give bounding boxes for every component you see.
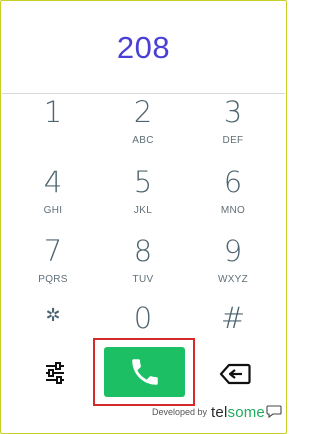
key-8[interactable]: 8 TUV [103, 236, 183, 298]
brand-part1: tel [211, 403, 228, 421]
key-letters: TUV [132, 274, 154, 285]
key-hash[interactable]: # [193, 303, 273, 365]
brand-part2: some [227, 403, 265, 421]
number-display: 208 [2, 2, 285, 94]
phone-icon [131, 359, 158, 385]
key-letters: WXYZ [217, 274, 249, 285]
key-3[interactable]: 3 DEF [193, 97, 273, 159]
key-letters: JKL [133, 205, 153, 216]
key-star[interactable]: ✲ [13, 301, 93, 363]
key-digit: 7 [43, 234, 63, 268]
key-4[interactable]: 4 GHI [13, 167, 93, 229]
key-letters: PQRS [38, 274, 68, 285]
key-letters: MNO [220, 205, 246, 216]
key-digit: # [220, 301, 246, 335]
key-7[interactable]: 7 PQRS [13, 236, 93, 298]
key-letters: GHI [43, 205, 63, 216]
key-digit: 2 [133, 95, 153, 129]
key-digit: 8 [133, 234, 153, 268]
sliders-icon [46, 362, 64, 384]
key-6[interactable]: 6 MNO [193, 167, 273, 229]
key-5[interactable]: 5 JKL [103, 167, 183, 229]
telsome-logo: telsome [211, 404, 265, 421]
key-digit: 6 [223, 165, 243, 199]
key-9[interactable]: 9 WXYZ [193, 236, 273, 298]
key-digit: 9 [223, 234, 243, 268]
key-digit: 3 [223, 95, 243, 129]
developer-credit: Developed by telsome [152, 402, 282, 422]
dialed-number: 208 [116, 29, 171, 65]
call-button[interactable] [104, 347, 185, 397]
key-digit: 4 [43, 165, 63, 199]
settings-button[interactable] [44, 362, 66, 384]
star-icon: ✲ [45, 305, 61, 326]
key-2[interactable]: 2 ABC [103, 97, 183, 159]
backspace-button[interactable] [219, 363, 251, 385]
backspace-icon [219, 363, 251, 385]
key-letters: ABC [132, 135, 154, 146]
key-letters: DEF [222, 135, 244, 146]
developed-by-label: Developed by [152, 407, 208, 417]
key-digit: 5 [133, 165, 153, 199]
key-digit: 1 [43, 95, 63, 129]
speech-bubble-icon [266, 405, 282, 419]
key-digit: 0 [133, 301, 153, 335]
key-1[interactable]: 1 [13, 97, 93, 159]
